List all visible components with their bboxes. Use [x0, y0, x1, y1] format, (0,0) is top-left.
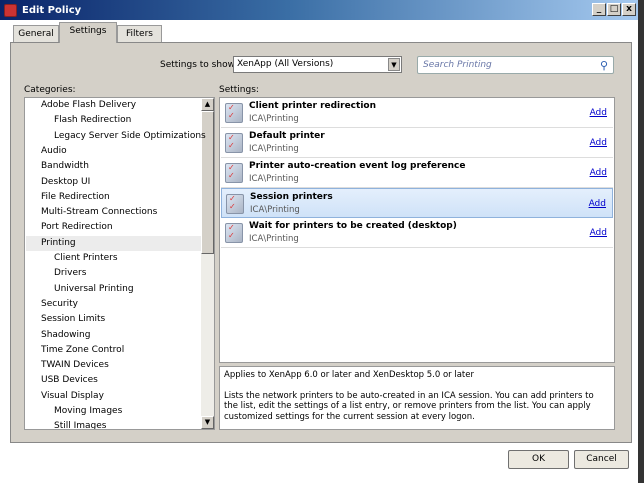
description-applies: Applies to XenApp 6.0 or later and XenDe… — [224, 370, 474, 380]
category-item[interactable]: Universal Printing — [54, 282, 214, 297]
app-icon — [4, 3, 17, 17]
category-item[interactable]: Security — [41, 297, 201, 312]
setting-name: Client printer redirection — [249, 101, 376, 111]
category-item[interactable]: Client Printers — [54, 251, 214, 266]
maximize-button[interactable]: □ — [607, 3, 621, 16]
search-icon[interactable]: ⚲ — [600, 59, 608, 72]
title-bar: Edit Policy _ □ x — [0, 0, 640, 20]
add-setting-link[interactable]: Add — [590, 108, 607, 118]
window-title: Edit Policy — [22, 4, 82, 16]
chevron-down-icon[interactable]: ▼ — [388, 58, 400, 71]
setting-path: ICA\Printing — [249, 174, 299, 184]
setting-path: ICA\Printing — [249, 144, 299, 154]
setting-name: Default printer — [249, 131, 325, 141]
category-item[interactable]: Drivers — [54, 266, 214, 281]
setting-path: ICA\Printing — [249, 234, 299, 244]
policy-setting-icon: ✓ ✓ — [225, 163, 243, 183]
setting-row[interactable]: ✓ ✓ Client printer redirection ICA\Printi… — [221, 98, 613, 128]
policy-setting-icon: ✓ ✓ — [226, 194, 244, 214]
settings-to-show-select[interactable]: XenApp (All Versions) ▼ — [233, 56, 402, 73]
scroll-up-button[interactable]: ▲ — [201, 98, 214, 111]
search-placeholder: Search Printing — [423, 60, 492, 70]
tab-general[interactable]: General — [13, 25, 59, 43]
settings-to-show-value: XenApp (All Versions) — [237, 59, 334, 69]
setting-path: ICA\Printing — [250, 205, 300, 215]
category-item[interactable]: Time Zone Control — [41, 343, 201, 358]
category-item[interactable]: Adobe Flash Delivery — [41, 98, 201, 113]
setting-name: Session printers — [250, 192, 333, 202]
category-item[interactable]: Moving Images — [54, 404, 214, 419]
tab-filters[interactable]: Filters — [117, 25, 162, 43]
policy-setting-icon: ✓ ✓ — [225, 223, 243, 243]
setting-row[interactable]: ✓ ✓ Printer auto-creation event log prefe… — [221, 158, 613, 188]
categories-tree[interactable]: ▲ ▼ Adobe Flash Delivery Flash Redirectio… — [24, 97, 215, 430]
settings-label: Settings: — [219, 85, 259, 95]
search-input[interactable]: Search Printing ⚲ — [417, 56, 614, 74]
close-button[interactable]: x — [622, 3, 636, 16]
description-text: Lists the network printers to be auto-cr… — [224, 390, 594, 422]
category-item[interactable]: Flash Redirection — [54, 113, 214, 128]
cancel-button[interactable]: Cancel — [574, 450, 629, 469]
category-item[interactable]: Session Limits — [41, 312, 201, 327]
setting-path: ICA\Printing — [249, 114, 299, 124]
window-edge — [638, 0, 644, 483]
settings-to-show-label: Settings to show: — [160, 60, 238, 70]
category-item[interactable]: Shadowing — [41, 328, 201, 343]
tab-settings[interactable]: Settings — [59, 22, 117, 43]
categories-label: Categories: — [24, 85, 76, 95]
category-item[interactable]: Desktop UI — [41, 175, 201, 190]
policy-setting-icon: ✓ ✓ — [225, 103, 243, 123]
settings-list: ✓ ✓ Client printer redirection ICA\Printi… — [219, 97, 615, 363]
add-setting-link[interactable]: Add — [589, 199, 606, 209]
minimize-button[interactable]: _ — [592, 3, 606, 16]
category-item[interactable]: Visual Display — [41, 389, 201, 404]
setting-description: Applies to XenApp 6.0 or later and XenDe… — [219, 366, 615, 430]
setting-row[interactable]: ✓ ✓ Wait for printers to be created (desk… — [221, 218, 613, 248]
category-item[interactable]: Multi-Stream Connections — [41, 205, 201, 220]
category-item[interactable]: Legacy Server Side Optimizations — [54, 129, 214, 144]
category-item[interactable]: Port Redirection — [41, 220, 201, 235]
category-item[interactable]: USB Devices — [41, 373, 201, 388]
category-item[interactable]: Audio — [41, 144, 201, 159]
ok-button[interactable]: OK — [508, 450, 569, 469]
category-item[interactable]: Printing — [26, 235, 201, 251]
setting-name: Wait for printers to be created (desktop… — [249, 221, 457, 231]
setting-row[interactable]: ✓ ✓ Default printer ICA\Printing Add — [221, 128, 613, 158]
add-setting-link[interactable]: Add — [590, 168, 607, 178]
add-setting-link[interactable]: Add — [590, 138, 607, 148]
policy-setting-icon: ✓ ✓ — [225, 133, 243, 153]
add-setting-link[interactable]: Add — [590, 228, 607, 238]
setting-name: Printer auto-creation event log preferen… — [249, 161, 466, 171]
setting-row[interactable]: ✓ ✓ Session printers ICA\Printing Add — [221, 188, 613, 218]
category-item[interactable]: TWAIN Devices — [41, 358, 201, 373]
category-item[interactable]: Still Images — [54, 419, 214, 429]
category-item[interactable]: File Redirection — [41, 190, 201, 205]
category-item[interactable]: Bandwidth — [41, 159, 201, 174]
